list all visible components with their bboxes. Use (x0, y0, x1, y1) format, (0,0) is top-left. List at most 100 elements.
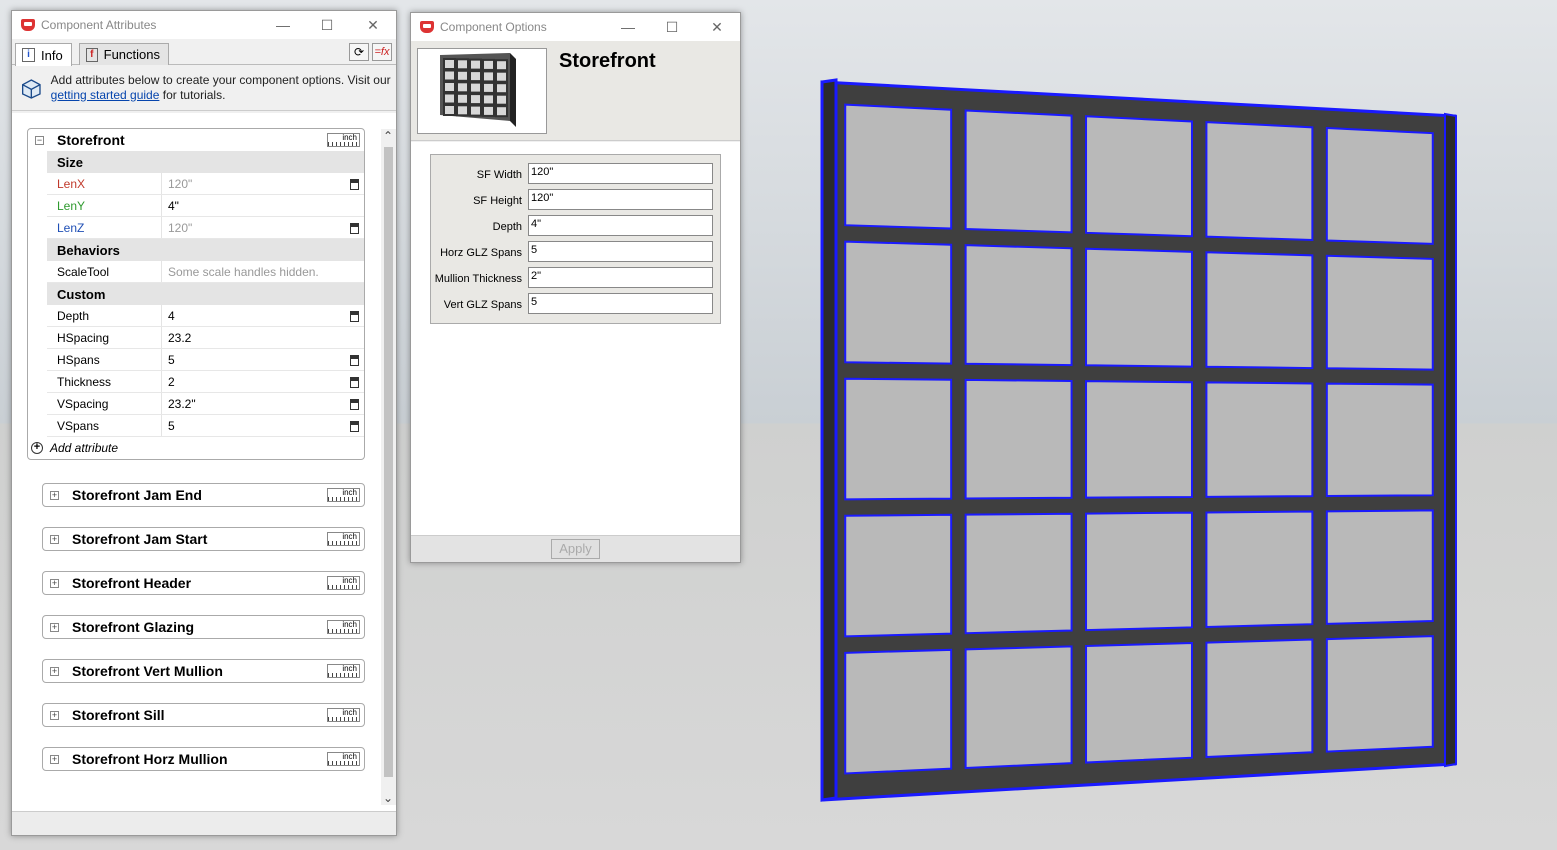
minimize-icon[interactable]: — (260, 11, 306, 39)
attribute-row[interactable]: VSpacing 23.2" (47, 393, 364, 415)
group-header[interactable]: + Storefront Jam Start inch (43, 528, 364, 550)
glass-pane[interactable] (1205, 121, 1314, 242)
expand-icon[interactable]: + (50, 578, 59, 588)
calculator-icon[interactable] (350, 421, 359, 432)
group-header[interactable]: + Storefront Glazing inch (43, 616, 364, 638)
attribute-key[interactable]: Depth (47, 305, 162, 326)
unit-ruler-icon[interactable]: inch (327, 620, 360, 634)
attribute-value[interactable]: 4" (162, 199, 179, 213)
attribute-row[interactable]: LenZ 120" (47, 217, 364, 239)
attribute-value[interactable]: 23.2 (162, 331, 191, 345)
maximize-icon[interactable]: ☐ (649, 13, 695, 41)
attribute-row[interactable]: Thickness 2 (47, 371, 364, 393)
minimize-icon[interactable]: — (605, 13, 651, 41)
group-header[interactable]: + Storefront Horz Mullion inch (43, 748, 364, 770)
close-icon[interactable]: ✕ (350, 11, 396, 39)
attribute-key[interactable]: Thickness (47, 371, 162, 392)
attribute-row[interactable]: HSpans 5 (47, 349, 364, 371)
calculator-icon[interactable] (350, 377, 359, 388)
group-collapsed[interactable]: + Storefront Glazing inch (42, 615, 365, 639)
glass-pane[interactable] (1205, 510, 1314, 628)
attribute-key[interactable]: HSpans (47, 349, 162, 370)
glass-pane[interactable] (1325, 126, 1434, 245)
group-header[interactable]: − Storefront inch (28, 129, 364, 151)
glass-pane[interactable] (1205, 638, 1314, 759)
group-collapsed[interactable]: + Storefront Horz Mullion inch (42, 747, 365, 771)
glass-pane[interactable] (1325, 509, 1434, 625)
attribute-value[interactable]: Some scale handles hidden. (162, 265, 319, 279)
attribute-key[interactable]: LenX (47, 173, 162, 194)
attribute-key[interactable]: VSpacing (47, 393, 162, 414)
group-collapsed[interactable]: + Storefront Sill inch (42, 703, 365, 727)
glass-pane[interactable] (1325, 382, 1434, 498)
attribute-row[interactable]: VSpans 5 (47, 415, 364, 437)
attribute-row[interactable]: HSpacing 23.2 (47, 327, 364, 349)
glass-pane[interactable] (964, 645, 1073, 770)
option-input[interactable]: 5 (528, 293, 713, 314)
option-input[interactable]: 5 (528, 241, 713, 262)
calculator-icon[interactable] (350, 223, 359, 234)
tab-info[interactable]: i Info (15, 43, 72, 66)
attribute-row[interactable]: ScaleTool Some scale handles hidden. (47, 261, 364, 283)
glass-pane[interactable] (844, 240, 953, 365)
glass-pane[interactable] (1325, 254, 1434, 371)
expand-icon[interactable]: + (50, 710, 59, 720)
group-collapsed[interactable]: + Storefront Jam End inch (42, 483, 365, 507)
group-header[interactable]: + Storefront Sill inch (43, 704, 364, 726)
group-collapsed[interactable]: + Storefront Header inch (42, 571, 365, 595)
expand-icon[interactable]: + (50, 622, 59, 632)
add-icon[interactable]: + (31, 442, 43, 454)
glass-pane[interactable] (844, 513, 953, 638)
title-bar[interactable]: Component Attributes — ☐ ✕ (12, 11, 396, 39)
attribute-value[interactable]: 5 (162, 419, 175, 433)
storefront-3d-model[interactable] (800, 70, 1480, 810)
group-collapsed[interactable]: + Storefront Vert Mullion inch (42, 659, 365, 683)
expand-icon[interactable]: + (50, 490, 59, 500)
attribute-row[interactable]: LenY 4" (47, 195, 364, 217)
attribute-key[interactable]: ScaleTool (47, 261, 162, 282)
option-input[interactable]: 2" (528, 267, 713, 288)
group-collapsed[interactable]: + Storefront Jam Start inch (42, 527, 365, 551)
refresh-icon[interactable]: ⟳ (349, 43, 369, 61)
option-input[interactable]: 120" (528, 189, 713, 210)
attribute-value[interactable]: 4 (162, 309, 175, 323)
glass-pane[interactable] (1085, 641, 1193, 764)
unit-ruler-icon[interactable]: inch (327, 532, 360, 546)
unit-ruler-icon[interactable]: inch (327, 133, 360, 147)
attribute-key[interactable]: VSpans (47, 415, 162, 436)
glass-pane[interactable] (844, 103, 953, 230)
attribute-value[interactable]: 2 (162, 375, 175, 389)
maximize-icon[interactable]: ☐ (304, 11, 350, 39)
glass-pane[interactable] (964, 378, 1073, 500)
attribute-key[interactable]: HSpacing (47, 327, 162, 348)
attribute-value[interactable]: 120" (162, 221, 192, 235)
scroll-down-icon[interactable]: ⌄ (383, 791, 393, 805)
glass-pane[interactable] (1205, 381, 1314, 498)
expand-icon[interactable]: + (50, 534, 59, 544)
close-icon[interactable]: ✕ (694, 13, 740, 41)
getting-started-link[interactable]: getting started guide (51, 88, 160, 102)
unit-ruler-icon[interactable]: inch (327, 664, 360, 678)
glass-pane[interactable] (1205, 251, 1314, 370)
glass-pane[interactable] (1085, 115, 1193, 238)
glass-pane[interactable] (1085, 511, 1193, 632)
glass-pane[interactable] (964, 512, 1073, 635)
apply-button[interactable]: Apply (551, 539, 600, 559)
glass-pane[interactable] (1085, 247, 1193, 368)
glass-pane[interactable] (1325, 635, 1434, 753)
add-attribute-row[interactable]: + Add attribute (28, 437, 364, 459)
group-header[interactable]: + Storefront Vert Mullion inch (43, 660, 364, 682)
calculator-icon[interactable] (350, 179, 359, 190)
tab-functions[interactable]: f Functions (79, 43, 169, 65)
calculator-icon[interactable] (350, 399, 359, 410)
attribute-key[interactable]: LenZ (47, 217, 162, 238)
group-header[interactable]: + Storefront Jam End inch (43, 484, 364, 506)
option-input[interactable]: 4" (528, 215, 713, 236)
calculator-icon[interactable] (350, 311, 359, 322)
scroll-up-icon[interactable]: ⌃ (383, 129, 393, 143)
option-input[interactable]: 120" (528, 163, 713, 184)
unit-ruler-icon[interactable]: inch (327, 488, 360, 502)
glass-pane[interactable] (964, 244, 1073, 367)
attribute-value[interactable]: 5 (162, 353, 175, 367)
glass-pane[interactable] (1085, 380, 1193, 499)
